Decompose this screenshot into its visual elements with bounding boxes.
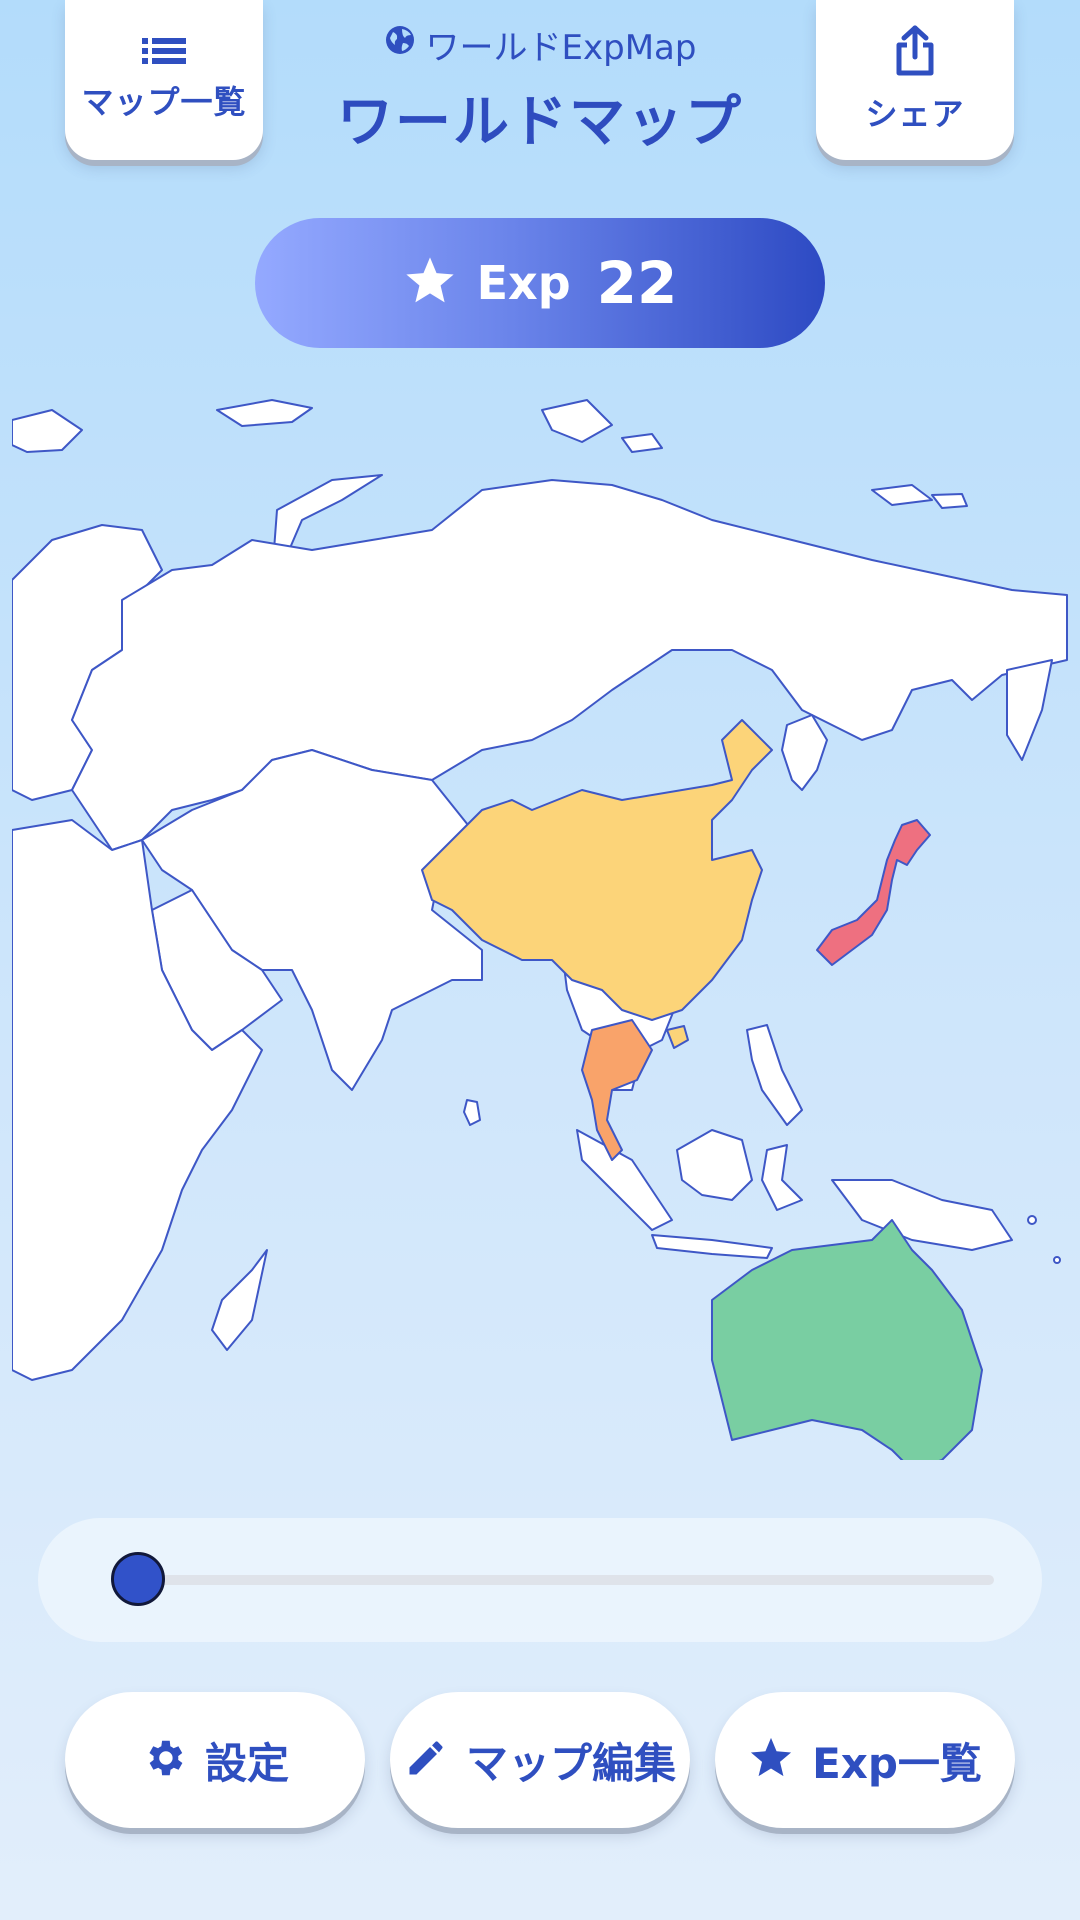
globe-icon [384,24,416,65]
land-borneo [676,1129,753,1201]
map-edit-button[interactable]: マップ編集 [390,1692,690,1828]
land-philippines [746,1024,803,1126]
country-japan[interactable] [816,819,931,966]
header-title-area: ワールドExpMap ワールドマップ [300,20,780,158]
slider-card [38,1518,1042,1642]
arctic-island [12,409,83,453]
arctic-island [621,433,663,453]
arctic-island [871,484,933,506]
exp-label: Exp [476,256,571,310]
share-button[interactable]: シェア [816,0,1014,160]
country-china-hainan[interactable] [666,1025,689,1049]
land-java [651,1234,773,1259]
pacific-island [1053,1256,1061,1264]
star-icon [403,255,457,311]
map-edit-label: マップ編集 [465,1738,676,1788]
world-map[interactable] [12,390,1070,1460]
gear-icon [141,1735,187,1785]
pencil-icon [404,1736,448,1784]
app-name-text: ワールドExpMap [425,28,697,68]
star-icon [748,1736,794,1784]
land-sumatra [576,1129,673,1231]
exp-value: 22 [596,249,678,317]
exp-list-button[interactable]: Exp一覧 [715,1692,1015,1828]
slider-thumb[interactable] [111,1552,165,1606]
pacific-island [1027,1215,1037,1225]
app-name: ワールドExpMap [300,20,780,69]
settings-button[interactable]: 設定 [65,1692,365,1828]
land-kamchatka [1006,659,1053,761]
share-label: シェア [865,95,965,133]
share-icon [893,25,937,81]
land-sulawesi [761,1144,803,1211]
exp-list-label: Exp一覧 [812,1738,982,1788]
land-sri-lanka [463,1099,481,1126]
list-icon [142,37,186,69]
arctic-island [216,399,313,427]
land-madagascar [211,1249,268,1351]
settings-label: 設定 [204,1738,289,1788]
slider-track[interactable] [138,1575,994,1585]
arctic-island [931,493,968,509]
land-korea [781,714,828,791]
map-list-label: マップ一覧 [81,83,247,121]
map-list-button[interactable]: マップ一覧 [65,0,263,160]
page-title: ワールドマップ [337,90,743,155]
exp-display[interactable]: Exp 22 [255,218,825,348]
land-new-guinea [831,1179,1013,1251]
arctic-island [541,399,613,443]
